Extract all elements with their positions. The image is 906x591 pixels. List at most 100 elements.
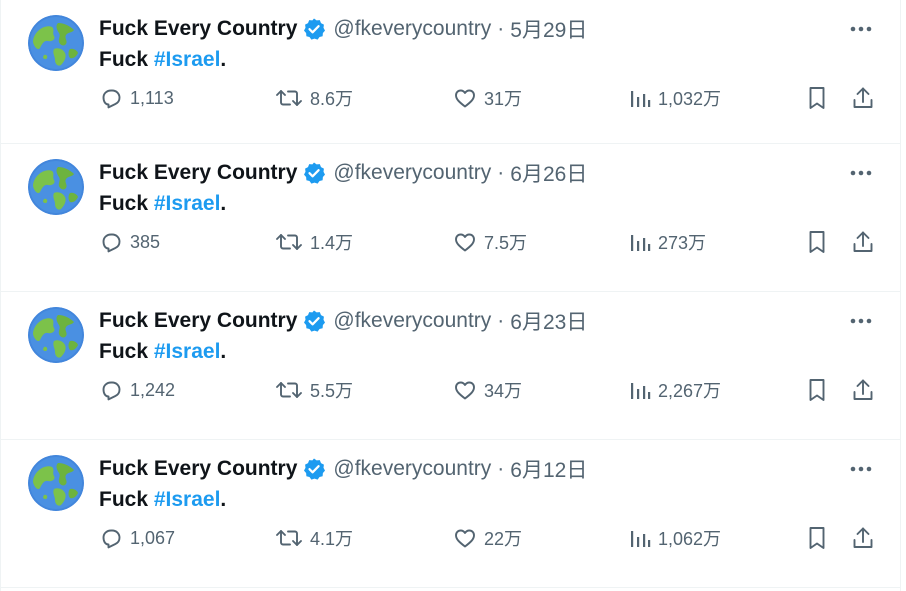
retweet-button[interactable]: 1.4万 [275, 226, 353, 258]
tweet-actions: 1,067 4.1万 22万 1,062万 [99, 522, 879, 554]
tweet-date[interactable]: 6月12日 [510, 454, 587, 484]
reply-button[interactable]: 1,242 [99, 374, 175, 406]
views-bar-chart-icon [631, 383, 651, 399]
avatar[interactable] [28, 307, 84, 363]
views-bar-chart-icon [631, 531, 651, 547]
retweet-button[interactable]: 8.6万 [275, 82, 353, 114]
earth-globe-icon [28, 159, 84, 215]
verified-badge-icon[interactable] [302, 457, 326, 481]
reply-count: 1,113 [130, 87, 174, 108]
tweet-text-prefix: Fuck [99, 488, 154, 511]
like-button[interactable]: 34万 [453, 374, 522, 406]
user-handle[interactable]: @fkeverycountry [333, 161, 491, 185]
tweet-text: Fuck #Israel. [99, 340, 226, 364]
retweet-icon [276, 90, 302, 106]
hashtag-link[interactable]: #Israel [154, 340, 221, 363]
hashtag-link[interactable]: #Israel [154, 192, 221, 215]
retweet-count: 5.5万 [310, 381, 354, 401]
share-icon [853, 527, 873, 548]
user-handle[interactable]: @fkeverycountry [333, 309, 491, 333]
bookmark-button[interactable] [805, 226, 829, 258]
share-button[interactable] [851, 226, 875, 258]
more-dots-icon[interactable] [848, 17, 874, 41]
reply-icon [102, 529, 121, 549]
tweet[interactable]: Fuck Every Country @fkeverycountry · 6月1… [1, 440, 900, 588]
heart-icon [455, 89, 475, 108]
hashtag-link[interactable]: #Israel [154, 48, 221, 71]
reply-icon [102, 233, 121, 253]
tweet-text: Fuck #Israel. [99, 48, 226, 72]
tweet-header: Fuck Every Country @fkeverycountry · 6月2… [99, 156, 587, 190]
tweet-header: Fuck Every Country @fkeverycountry · 5月2… [99, 12, 587, 46]
share-icon [853, 231, 873, 252]
earth-globe-icon [28, 307, 84, 363]
user-handle[interactable]: @fkeverycountry [333, 457, 491, 481]
reply-button[interactable]: 1,067 [99, 522, 175, 554]
views-bar-chart-icon [631, 235, 651, 251]
separator-dot: · [497, 161, 505, 184]
views-button[interactable]: 2,267万 [629, 374, 721, 406]
bookmark-icon [809, 379, 825, 401]
tweet-date[interactable]: 6月26日 [510, 158, 587, 188]
reply-count: 385 [130, 231, 161, 252]
verified-badge-icon[interactable] [302, 309, 326, 333]
retweet-icon [276, 382, 302, 398]
earth-globe-icon [28, 15, 84, 71]
retweet-count: 1.4万 [310, 233, 354, 253]
views-count: 1,032万 [658, 89, 722, 109]
tweet-text-prefix: Fuck [99, 48, 154, 71]
tweet-text-suffix: . [220, 48, 227, 71]
share-button[interactable] [851, 82, 875, 114]
bookmark-button[interactable] [805, 82, 829, 114]
tweet-text-suffix: . [220, 488, 227, 511]
like-button[interactable]: 31万 [453, 82, 522, 114]
views-button[interactable]: 1,032万 [629, 82, 721, 114]
bookmark-button[interactable] [805, 374, 829, 406]
share-button[interactable] [851, 374, 875, 406]
views-count: 273万 [658, 233, 707, 253]
bookmark-icon [809, 87, 825, 109]
reply-button[interactable]: 385 [99, 226, 160, 258]
tweet[interactable]: Fuck Every Country @fkeverycountry · 5月2… [1, 0, 900, 144]
user-handle[interactable]: @fkeverycountry [333, 17, 491, 41]
reply-button[interactable]: 1,113 [99, 82, 174, 114]
hashtag-link[interactable]: #Israel [154, 488, 221, 511]
reply-count: 1,067 [130, 527, 176, 548]
display-name[interactable]: Fuck Every Country [99, 309, 297, 333]
more-dots-icon[interactable] [848, 309, 874, 333]
tweet-actions: 1,113 8.6万 31万 1,032万 [99, 82, 879, 114]
display-name[interactable]: Fuck Every Country [99, 161, 297, 185]
display-name[interactable]: Fuck Every Country [99, 457, 297, 481]
like-button[interactable]: 22万 [453, 522, 522, 554]
tweet[interactable]: Fuck Every Country @fkeverycountry · 6月2… [1, 292, 900, 440]
like-count: 7.5万 [484, 233, 528, 253]
avatar[interactable] [28, 159, 84, 215]
timeline-feed: Fuck Every Country @fkeverycountry · 5月2… [0, 0, 901, 591]
views-button[interactable]: 273万 [629, 226, 706, 258]
avatar[interactable] [28, 15, 84, 71]
like-count: 31万 [484, 89, 523, 109]
more-dots-icon[interactable] [848, 161, 874, 185]
avatar[interactable] [28, 455, 84, 511]
tweet-text-suffix: . [220, 192, 227, 215]
retweet-button[interactable]: 4.1万 [275, 522, 353, 554]
reply-icon [102, 381, 121, 401]
tweet[interactable]: Fuck Every Country @fkeverycountry · 6月2… [1, 144, 900, 292]
more-dots-icon[interactable] [848, 457, 874, 481]
bookmark-icon [809, 231, 825, 253]
views-button[interactable]: 1,062万 [629, 522, 721, 554]
verified-badge-icon[interactable] [302, 161, 326, 185]
tweet-text-prefix: Fuck [99, 192, 154, 215]
like-button[interactable]: 7.5万 [453, 226, 527, 258]
share-button[interactable] [851, 522, 875, 554]
retweet-icon [276, 530, 302, 546]
verified-badge-icon[interactable] [302, 17, 326, 41]
bookmark-button[interactable] [805, 522, 829, 554]
share-icon [853, 87, 873, 108]
display-name[interactable]: Fuck Every Country [99, 17, 297, 41]
tweet-date[interactable]: 6月23日 [510, 306, 587, 336]
like-count: 22万 [484, 529, 523, 549]
separator-dot: · [497, 457, 505, 480]
tweet-date[interactable]: 5月29日 [510, 14, 587, 44]
retweet-button[interactable]: 5.5万 [275, 374, 353, 406]
